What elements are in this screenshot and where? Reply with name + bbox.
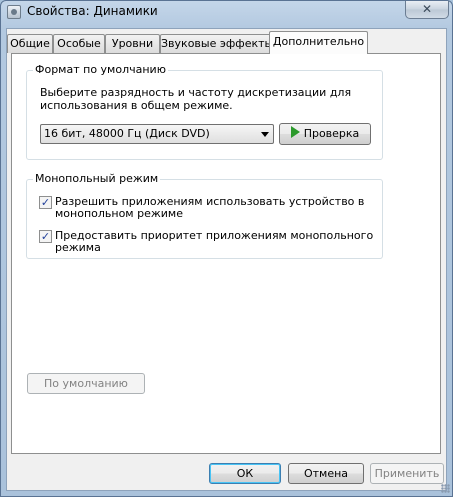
tab-enhancements-special[interactable]: Особые [53, 34, 105, 53]
test-button-label: Проверка [303, 127, 360, 140]
default-format-description-line2: использования в общем режиме. [40, 99, 233, 112]
allow-exclusive-control-label-line2: монопольном режиме [55, 207, 183, 220]
play-icon [290, 126, 300, 138]
allow-exclusive-control-checkbox[interactable]: ✓ [39, 196, 52, 209]
test-button[interactable]: Проверка [279, 123, 371, 145]
sample-format-select[interactable]: 16 бит, 48000 Гц (Диск DVD) [40, 124, 274, 144]
ok-button[interactable]: ОК [209, 463, 281, 484]
tab-sound-effects[interactable]: Звуковые эффекты [160, 34, 273, 53]
restore-defaults-button[interactable]: По умолчанию [27, 373, 145, 394]
allow-exclusive-control-option[interactable]: ✓ Разрешить приложениям использовать уст… [39, 195, 364, 221]
tab-levels[interactable]: Уровни [105, 34, 160, 53]
exclusive-priority-label-line1: Предоставить приоритет приложениям моноп… [55, 229, 374, 242]
exclusive-priority-checkbox[interactable]: ✓ [39, 230, 52, 243]
speaker-properties-icon [7, 5, 21, 19]
exclusive-priority-option[interactable]: ✓ Предоставить приоритет приложениям мон… [39, 229, 373, 255]
cancel-button[interactable]: Отмена [288, 463, 364, 484]
exclusive-mode-group-label: Монопольный режим [33, 172, 161, 185]
default-format-group-label: Формат по умолчанию [33, 63, 168, 76]
close-button[interactable]: ✕ [405, 1, 449, 19]
resize-grip-icon[interactable] [441, 484, 450, 493]
default-format-description-line1: Выберите разрядность и частоту дискретиз… [40, 86, 352, 99]
chevron-down-icon [261, 132, 269, 137]
exclusive-priority-label-line2: режима [55, 241, 101, 254]
tab-advanced[interactable]: Дополнительно [269, 31, 368, 54]
default-format-group: Формат по умолчанию [26, 63, 383, 160]
apply-button[interactable]: Применить [370, 463, 444, 484]
sample-format-value: 16 бит, 48000 Гц (Диск DVD) [44, 127, 210, 140]
window-title: Свойства: Динамики [27, 4, 158, 18]
tab-general[interactable]: Общие [7, 34, 53, 53]
